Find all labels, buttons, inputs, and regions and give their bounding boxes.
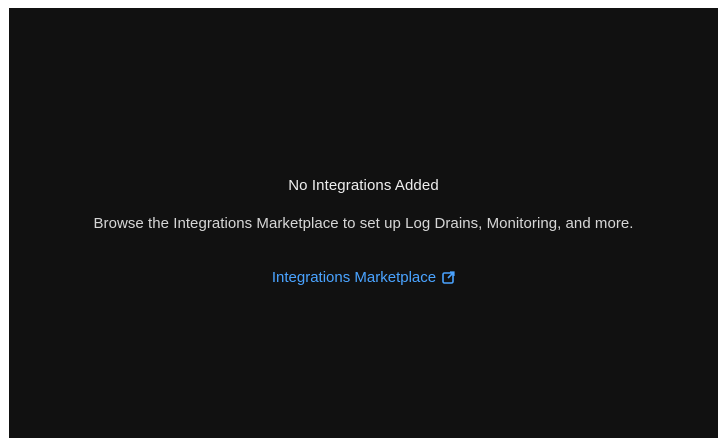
empty-state-title: No Integrations Added — [288, 177, 439, 194]
link-content[interactable]: Integrations Marketplace — [272, 269, 455, 286]
external-link-icon — [442, 270, 455, 284]
integrations-panel: No Integrations Added Browse the Integra… — [9, 8, 718, 438]
empty-state-description: Browse the Integrations Marketplace to s… — [93, 215, 634, 232]
empty-state: No Integrations Added Browse the Integra… — [9, 8, 718, 438]
link-label: Integrations Marketplace — [271, 269, 437, 286]
integrations-marketplace-link[interactable]: Integrations Marketplace — [9, 269, 718, 286]
